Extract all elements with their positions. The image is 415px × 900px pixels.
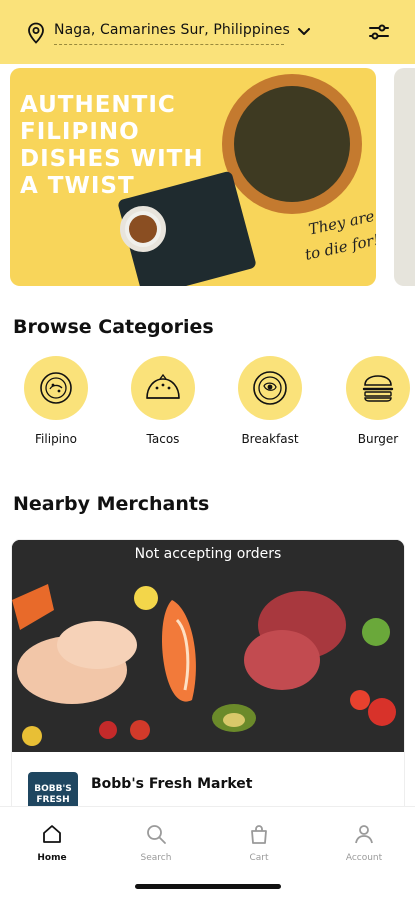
merchant-name: Bobb's Fresh Market	[91, 776, 253, 792]
nav-label: Search	[140, 853, 172, 863]
merchants-title: Nearby Merchants	[13, 493, 210, 515]
logo-line2: FRESH	[36, 795, 70, 805]
home-indicator	[135, 884, 281, 889]
category-label: Tacos	[146, 432, 180, 446]
merchant-status: Not accepting orders	[134, 546, 282, 562]
promo-banner[interactable]: AUTHENTIC FILIPINO DISHES WITH A TWIST T…	[10, 68, 376, 286]
filipino-dish-icon	[40, 372, 72, 404]
location-text[interactable]: Naga, Camarines Sur, Philippines	[54, 22, 290, 38]
chevron-down-icon[interactable]	[296, 24, 312, 40]
category-circle	[131, 356, 195, 420]
category-burger[interactable]: Burger	[338, 356, 415, 446]
location-underline	[54, 44, 284, 45]
nav-label: Home	[37, 853, 67, 863]
nav-search[interactable]: Search	[121, 823, 191, 863]
taco-icon	[146, 373, 180, 399]
fresh-produce-image	[12, 540, 404, 752]
categories-title: Browse Categories	[13, 316, 214, 338]
category-filipino[interactable]: Filipino	[16, 356, 96, 446]
nav-account[interactable]: Account	[329, 823, 399, 863]
merchant-cover-image: Not accepting orders	[12, 540, 404, 752]
category-tacos[interactable]: Tacos	[123, 356, 203, 446]
nav-label: Account	[345, 853, 383, 863]
sauce	[129, 215, 157, 243]
banner-tagline: They are to die for!	[254, 204, 376, 276]
location-header: Naga, Camarines Sur, Philippines	[0, 0, 415, 64]
category-label: Burger	[357, 432, 399, 446]
logo-line1: BOBB'S	[34, 784, 72, 794]
nav-label: Cart	[249, 853, 269, 863]
burger-icon	[362, 375, 394, 402]
nav-home[interactable]: Home	[17, 823, 87, 863]
category-breakfast[interactable]: Breakfast	[230, 356, 310, 446]
breakfast-plate-icon	[253, 371, 287, 405]
map-pin-icon	[28, 22, 44, 44]
category-circle	[238, 356, 302, 420]
next-banner-peek[interactable]	[394, 68, 415, 286]
merchant-card[interactable]: Not accepting orders BOBB'S FRESH Bobb's…	[12, 540, 404, 840]
account-icon	[355, 825, 373, 844]
category-circle	[24, 356, 88, 420]
home-icon	[43, 825, 61, 843]
claypot-food	[234, 86, 350, 202]
category-label: Breakfast	[241, 432, 299, 446]
search-icon	[147, 825, 166, 844]
category-circle	[346, 356, 410, 420]
filter-sliders-icon[interactable]	[367, 20, 391, 44]
nav-cart[interactable]: Cart	[224, 823, 294, 863]
cart-bag-icon	[251, 825, 267, 844]
category-label: Filipino	[35, 432, 77, 446]
